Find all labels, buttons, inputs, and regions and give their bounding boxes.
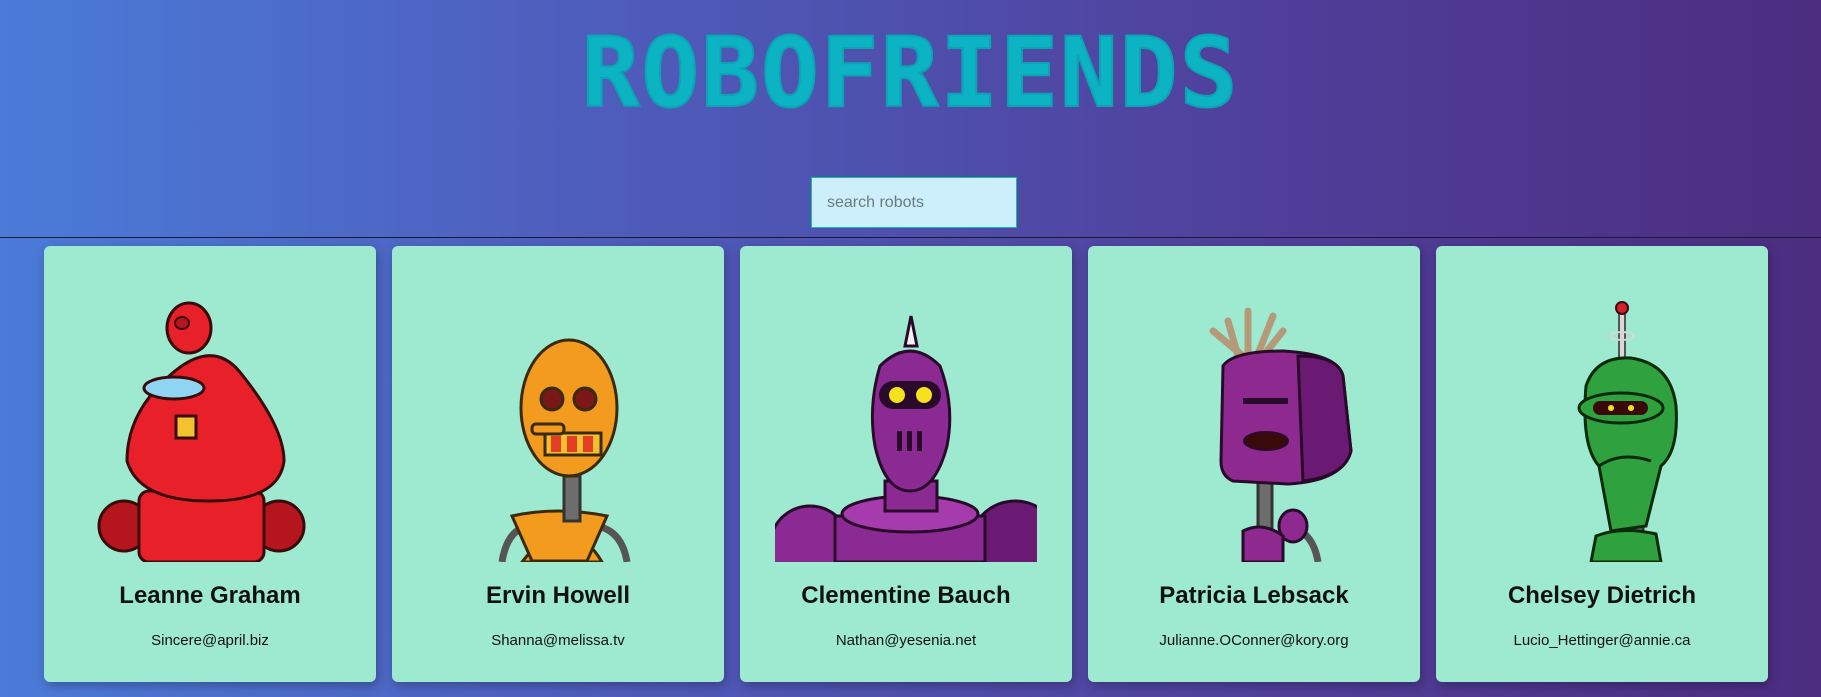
robot-email: Julianne.OConner@kory.org (1159, 632, 1349, 649)
search-input[interactable] (811, 177, 1017, 228)
robot-avatar (1123, 276, 1385, 562)
app-title: ROBOFRIENDS (581, 17, 1240, 129)
robot-avatar (775, 276, 1037, 562)
robot-avatar (1471, 276, 1733, 562)
robot-name: Ervin Howell (485, 582, 631, 609)
robot-card[interactable]: Clementine Bauch Nathan@yesenia.net (740, 246, 1072, 682)
robot-name: Patricia Lebsack (1159, 582, 1349, 609)
robot-card[interactable]: Ervin Howell Shanna@melissa.tv (392, 246, 724, 682)
robot-card[interactable]: Chelsey Dietrich Lucio_Hettinger@annie.c… (1436, 246, 1768, 682)
robot-card[interactable]: Leanne Graham Sincere@april.biz (44, 246, 376, 682)
robot-email: Lucio_Hettinger@annie.ca (1513, 632, 1691, 649)
robot-name: Leanne Graham (119, 582, 301, 609)
robot-name: Chelsey Dietrich (1507, 582, 1697, 609)
header: ROBOFRIENDS (0, 0, 1821, 238)
robot-avatar (427, 276, 689, 562)
robot-email: Sincere@april.biz (151, 632, 269, 649)
robot-email: Shanna@melissa.tv (491, 632, 625, 649)
card-list: Leanne Graham Sincere@april.biz Ervin Ho… (44, 246, 1768, 682)
robot-name: Clementine Bauch (801, 582, 1011, 609)
robot-email: Nathan@yesenia.net (835, 632, 977, 649)
robot-avatar (79, 276, 341, 562)
robot-card[interactable]: Patricia Lebsack Julianne.OConner@kory.o… (1088, 246, 1420, 682)
